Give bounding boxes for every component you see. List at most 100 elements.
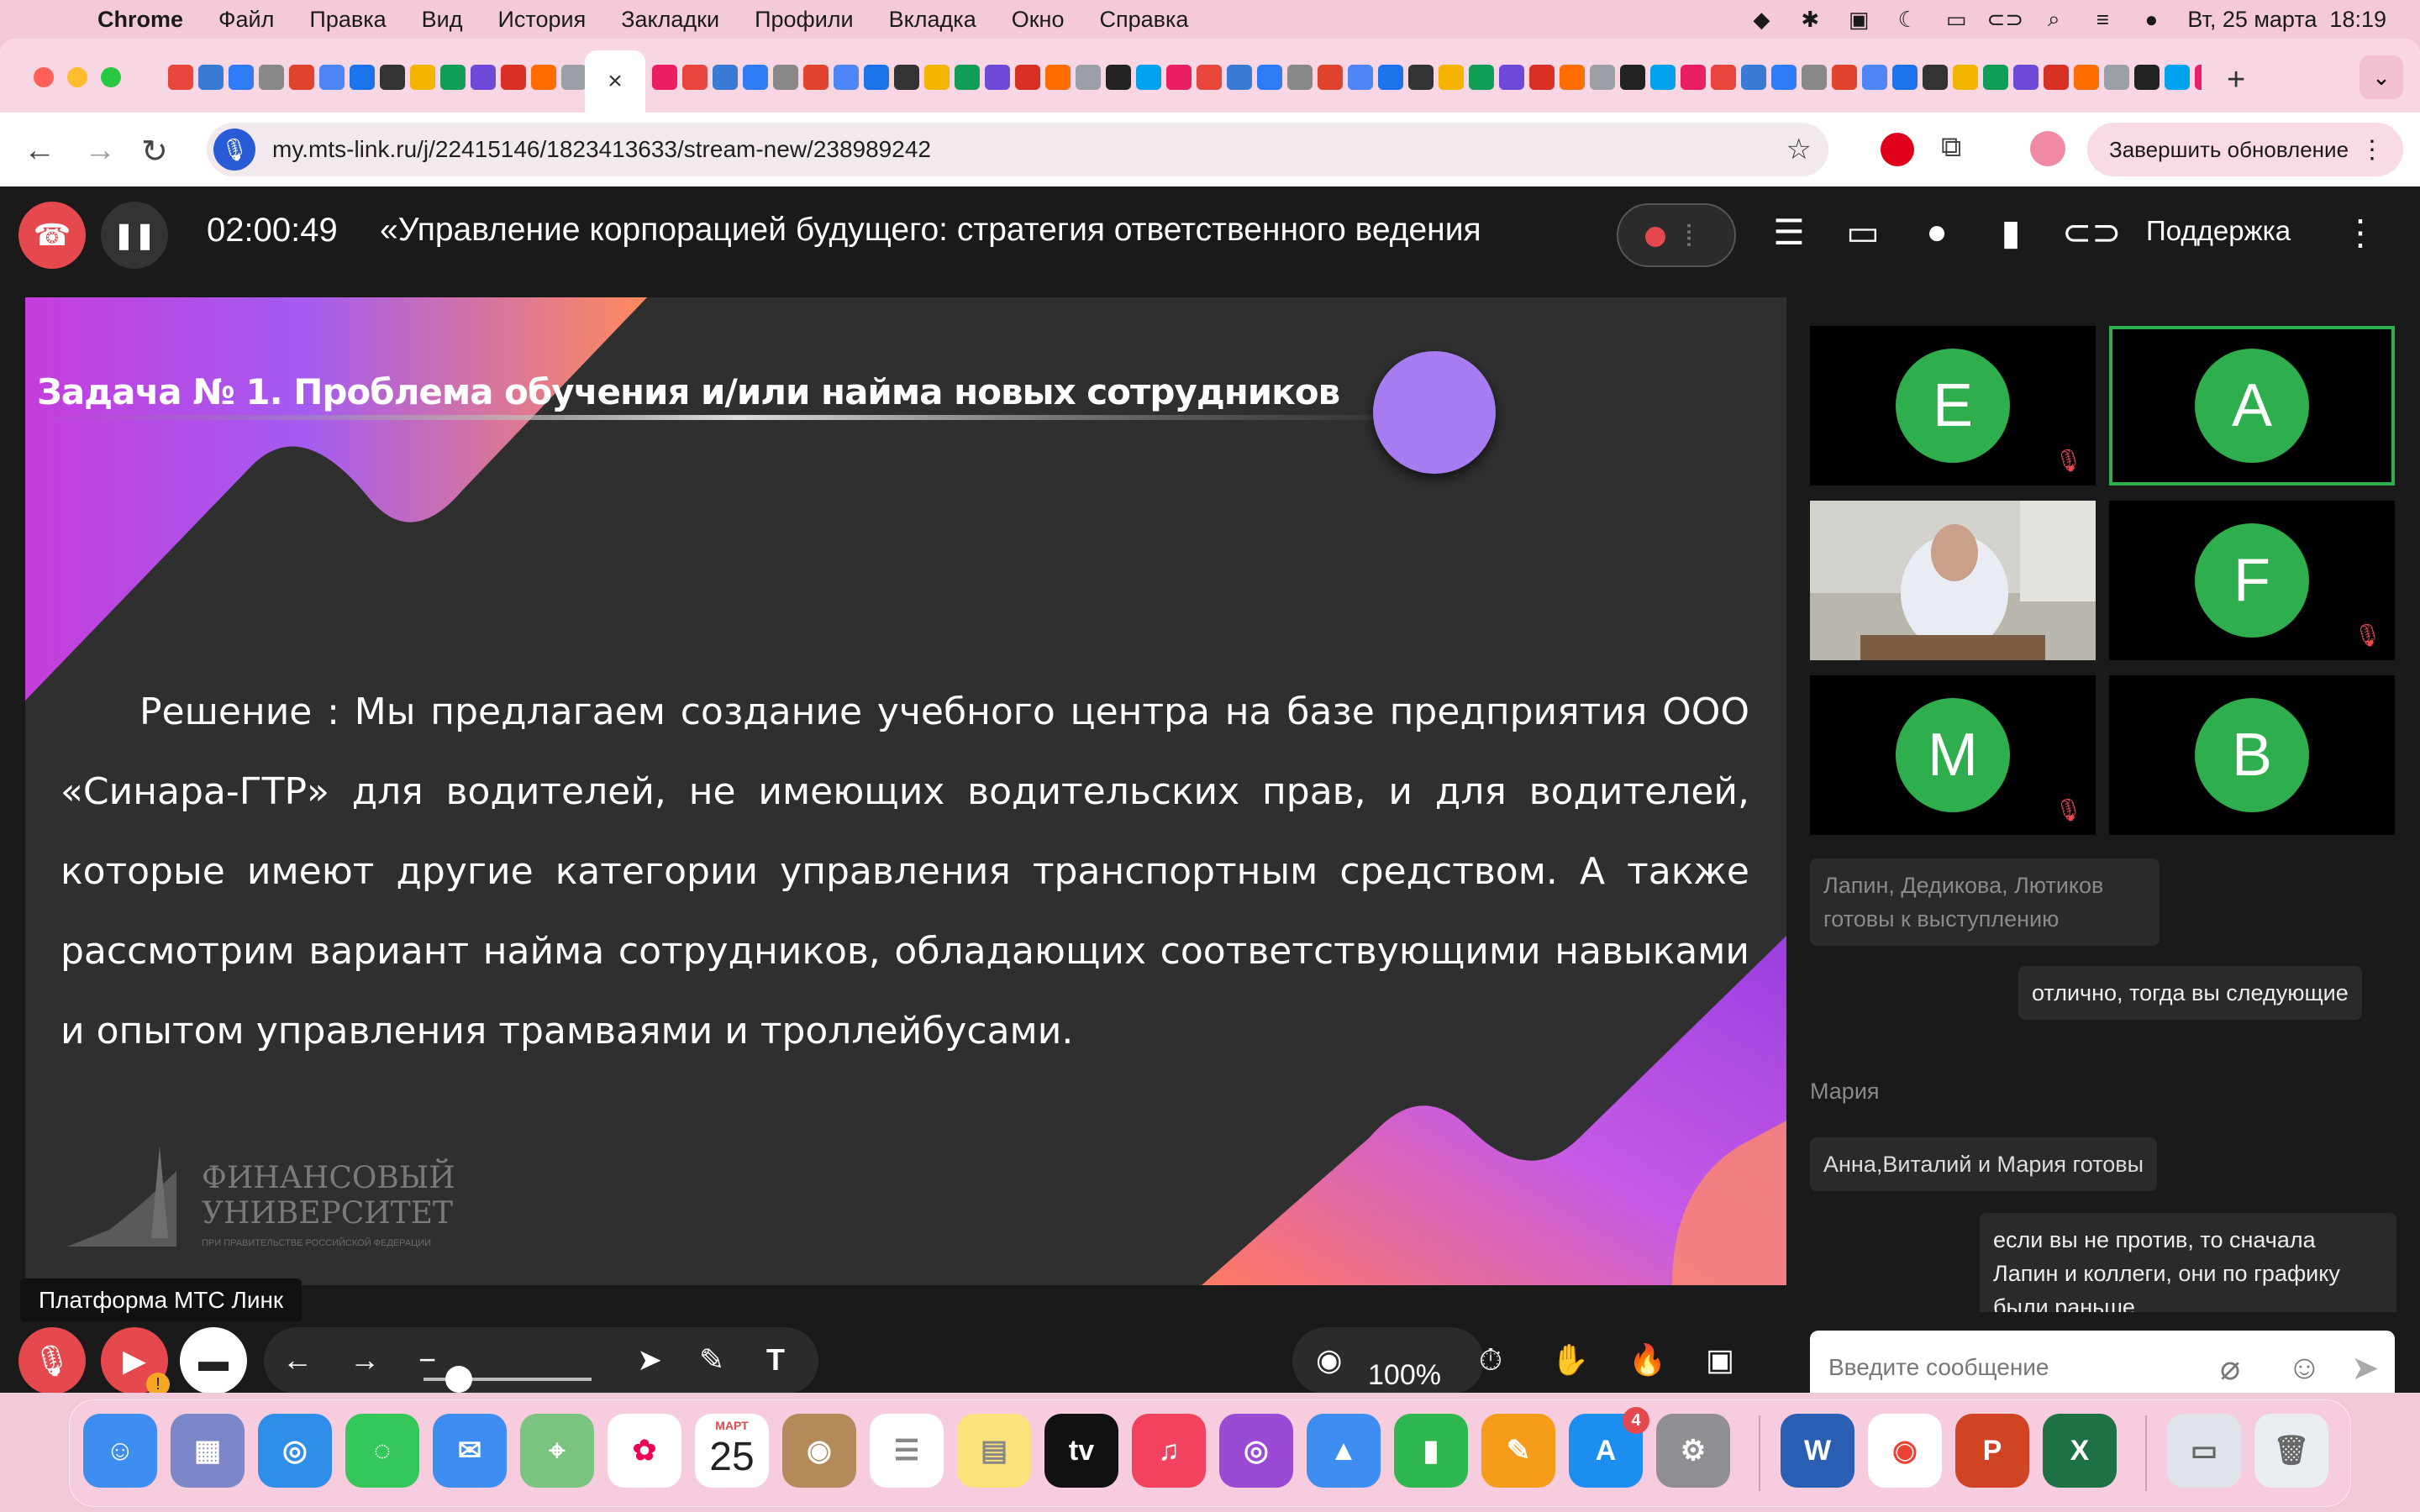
active-tab[interactable]: × (585, 50, 645, 113)
new-tab-button[interactable]: + (2227, 62, 2245, 98)
bookmark-star-icon[interactable]: ☆ (1786, 133, 1812, 166)
tab-favicon-icon[interactable] (561, 65, 587, 90)
maps-icon[interactable]: ⌖ (520, 1414, 594, 1488)
tab-favicon-icon[interactable] (1499, 65, 1524, 90)
siri-icon[interactable]: ● (2139, 7, 2164, 32)
chat-icon[interactable]: ▭ (1840, 212, 1886, 253)
participant-tile-e[interactable]: E 🎙 (1810, 326, 2096, 486)
menu-history[interactable]: История (497, 7, 586, 33)
tab-favicon-icon[interactable] (531, 65, 556, 90)
extension-red-icon[interactable] (1881, 133, 1914, 166)
send-icon[interactable]: ➤ (2351, 1349, 2380, 1388)
menu-bookmarks[interactable]: Закладки (621, 7, 719, 33)
tab-favicon-icon[interactable] (743, 65, 768, 90)
tab-favicon-icon[interactable] (1953, 65, 1978, 90)
link-icon[interactable]: ⊂⊃ (1987, 7, 2024, 32)
tab-favicon-icon[interactable] (2165, 65, 2190, 90)
tab-favicon-icon[interactable] (1076, 65, 1101, 90)
participant-tile-b[interactable]: B (2109, 675, 2395, 835)
tab-favicon-icon[interactable] (1136, 65, 1161, 90)
messages-icon[interactable]: ◌ (345, 1414, 419, 1488)
window-minimize-button[interactable] (67, 67, 87, 87)
downloads-folder-icon[interactable]: ▭ (2167, 1414, 2241, 1488)
tab-favicon-icon[interactable] (198, 65, 224, 90)
recording-toggle[interactable]: ⦙ (1617, 203, 1736, 267)
tab-favicon-icon[interactable] (682, 65, 708, 90)
chrome-icon[interactable]: ◉ (1868, 1414, 1942, 1488)
safari-icon[interactable]: ◎ (258, 1414, 332, 1488)
menu-window[interactable]: Окно (1012, 7, 1065, 33)
tab-favicon-icon[interactable] (1439, 65, 1464, 90)
tab-favicon-icon[interactable] (2074, 65, 2099, 90)
podcasts-icon[interactable]: ◎ (1219, 1414, 1293, 1488)
tab-favicon-icon[interactable] (440, 65, 466, 90)
tab-favicon-icon[interactable] (501, 65, 526, 90)
app-store-icon[interactable]: A 4 (1569, 1407, 1649, 1488)
emoji-icon[interactable]: ☺ (2287, 1349, 2322, 1387)
photos-icon[interactable]: ✿ (608, 1414, 681, 1488)
mic-off-button[interactable]: 🎙 (18, 1327, 86, 1393)
tab-favicon-icon[interactable] (229, 65, 254, 90)
tab-favicon-icon[interactable] (1711, 65, 1736, 90)
more-menu-icon[interactable]: ⋮ (2338, 212, 2383, 253)
tab-favicon-icon[interactable] (1318, 65, 1343, 90)
tab-favicon-icon[interactable] (1469, 65, 1494, 90)
tab-favicon-icon[interactable] (834, 65, 859, 90)
tab-favicon-icon[interactable] (380, 65, 405, 90)
participant-tile-f[interactable]: F 🎙 (2109, 501, 2395, 660)
raise-hand-icon[interactable]: ✋ (1551, 1342, 1589, 1378)
forward-arrow-icon[interactable]: → (84, 133, 116, 169)
menu-tab[interactable]: Вкладка (889, 7, 976, 33)
finish-update-button[interactable]: Завершить обновление ⋮ (2087, 123, 2403, 176)
tab-favicon-icon[interactable] (319, 65, 345, 90)
tab-favicon-icon[interactable] (955, 65, 980, 90)
menu-app-chrome[interactable]: Chrome (97, 7, 183, 33)
tab-favicon-icon[interactable] (1408, 65, 1434, 90)
participant-video-tile[interactable] (1810, 501, 2096, 660)
tab-favicon-icon[interactable] (350, 65, 375, 90)
numbers-icon[interactable]: ▮ (1394, 1414, 1468, 1488)
tab-search-chevron-icon[interactable]: ⌄ (2360, 55, 2403, 99)
tab-favicon-icon[interactable] (1378, 65, 1403, 90)
window-close-button[interactable] (34, 67, 54, 87)
share-link-icon[interactable]: ⊂⊃ (2062, 212, 2121, 253)
tab-favicon-icon[interactable] (1348, 65, 1373, 90)
tab-favicon-icon[interactable] (713, 65, 738, 90)
tab-favicon-icon[interactable] (924, 65, 950, 90)
mail-icon[interactable]: ✉ (433, 1414, 507, 1488)
apple-tv-icon[interactable]: tv (1044, 1414, 1118, 1488)
launchpad-icon[interactable]: ▦ (171, 1414, 245, 1488)
menu-bar-clock[interactable]: Вт, 25 марта 18:19 (2187, 7, 2386, 33)
tab-favicon-icon[interactable] (471, 65, 496, 90)
tab-favicon-icon[interactable] (2195, 65, 2202, 90)
tab-favicon-icon[interactable] (1015, 65, 1040, 90)
tab-favicon-icon[interactable] (894, 65, 919, 90)
menu-profiles[interactable]: Профили (755, 7, 854, 33)
contacts-icon[interactable]: ◉ (782, 1414, 856, 1488)
tab-close-icon[interactable]: × (608, 67, 623, 96)
tab-favicon-icon[interactable] (1287, 65, 1313, 90)
reactions-fire-icon[interactable]: 🔥 (1628, 1342, 1666, 1378)
tab-favicon-icon[interactable] (1802, 65, 1827, 90)
spotlight-search-icon[interactable]: ⌕ (2041, 6, 2066, 31)
zoom-out-icon[interactable]: − (418, 1342, 436, 1378)
tab-favicon-icon[interactable] (1529, 65, 1555, 90)
zoom-slider-knob[interactable] (445, 1366, 472, 1393)
microphone-icon[interactable]: 🎙 (213, 129, 255, 171)
word-icon[interactable]: W (1781, 1414, 1854, 1488)
support-link[interactable]: Поддержка (2146, 215, 2291, 247)
hang-up-button[interactable]: ☎ (18, 202, 86, 269)
tab-favicon-icon[interactable] (2104, 65, 2129, 90)
pages-icon[interactable]: ✎ (1481, 1414, 1555, 1488)
tab-favicon-icon[interactable] (773, 65, 798, 90)
excel-icon[interactable]: X (2043, 1414, 2117, 1488)
tab-favicon-icon[interactable] (1832, 65, 1857, 90)
battery-icon[interactable]: ▭ (1944, 7, 1969, 32)
tab-favicon-icon[interactable] (259, 65, 284, 90)
control-center-icon[interactable]: ≡ (2090, 7, 2115, 32)
tab-favicon-icon[interactable] (1983, 65, 2008, 90)
tab-favicon-icon[interactable] (1862, 65, 1887, 90)
pause-button[interactable]: ❚❚ (101, 202, 168, 269)
tab-favicon-icon[interactable] (985, 65, 1010, 90)
tab-favicon-icon[interactable] (1257, 65, 1282, 90)
